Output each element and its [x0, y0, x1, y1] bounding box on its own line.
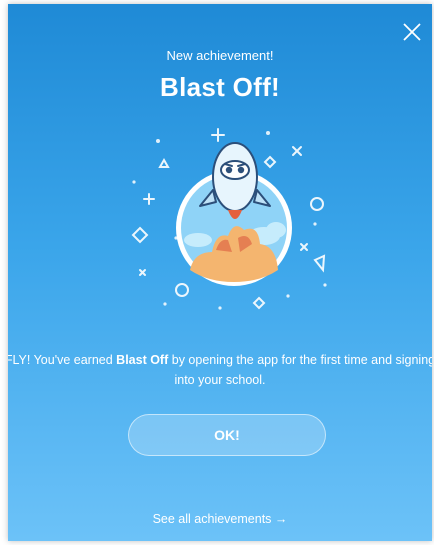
- ok-button[interactable]: OK!: [128, 414, 326, 456]
- badge-name: Blast Off: [116, 353, 169, 367]
- rocket-badge-icon: [131, 128, 327, 310]
- description-prefix: FLY! You've earned: [8, 353, 117, 367]
- achievement-description: FLY! You've earned Blast Off by opening …: [8, 350, 432, 390]
- achievement-modal: New achievement! Blast Off! FLY! You've …: [8, 4, 432, 541]
- description-suffix: by opening the app for the first time an…: [168, 353, 432, 387]
- see-all-achievements-link[interactable]: See all achievements →: [8, 512, 432, 526]
- close-button[interactable]: [398, 18, 426, 46]
- achievement-title: Blast Off!: [160, 72, 280, 102]
- achievement-kicker: New achievement!: [166, 48, 274, 63]
- close-icon: [403, 23, 421, 41]
